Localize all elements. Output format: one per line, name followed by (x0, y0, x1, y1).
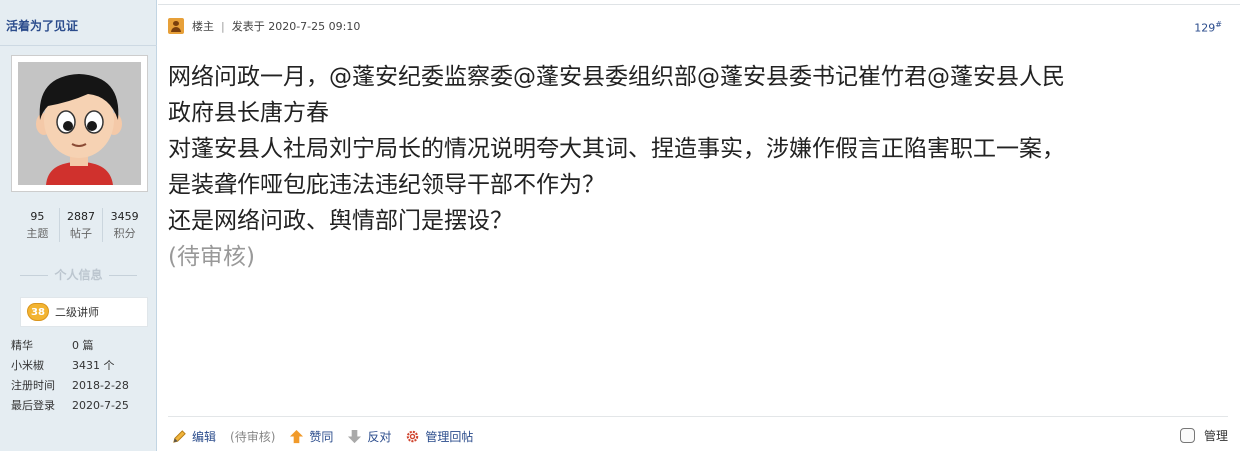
divider (0, 45, 157, 46)
downvote-label: 反对 (367, 430, 392, 444)
username-link[interactable]: 活着为了见证 (6, 17, 78, 34)
info-row: 精华 0 篇 (11, 336, 129, 356)
upvote-label: 赞同 (309, 430, 334, 444)
user-sidebar: 活着为了见证 95 主题 2887 帖子 3459 积分 个人信息 38 二级讲… (0, 0, 157, 451)
post-main: 楼主 | 发表于 2020-7-25 09:10 129# 网络问政一月，@蓬安… (158, 0, 1240, 451)
info-key: 注册时间 (11, 379, 55, 392)
info-value: 3431 个 (72, 359, 115, 372)
divider (158, 4, 1240, 5)
stat-value: 3459 (110, 210, 139, 223)
floor-number-link[interactable]: 129# (1194, 20, 1222, 35)
stat-label: 主题 (26, 227, 49, 240)
user-info-list: 精华 0 篇 小米椒 3431 个 注册时间 2018-2-28 最后登录 20… (11, 336, 129, 416)
upvote-button[interactable]: 赞同 (289, 428, 333, 445)
stat-topics[interactable]: 95 主题 (16, 208, 60, 242)
manage-checkbox-label[interactable]: 管理 (1179, 427, 1228, 444)
edit-status-text: (待审核) (230, 430, 276, 444)
pending-review-label: (待审核) (168, 244, 255, 270)
rank-title: 二级讲师 (55, 306, 99, 319)
post-line: 是装聋作哑包庇违法违纪领导干部不作为？ (168, 172, 605, 198)
info-row: 注册时间 2018-2-28 (11, 376, 129, 396)
info-value: 0 篇 (72, 339, 94, 352)
divider (20, 275, 49, 276)
author-label: 楼主 (192, 20, 214, 33)
post-header: 楼主 | 发表于 2020-7-25 09:10 (168, 17, 360, 35)
divider (108, 275, 137, 276)
section-title-text: 个人信息 (54, 268, 103, 282)
stat-value: 95 (30, 210, 45, 223)
arrow-up-icon (290, 429, 304, 444)
post-line: 还是网络问政、舆情部门是摆设？ (168, 208, 513, 234)
post-content: 网络问政一月，@蓬安纪委监察委@蓬安县委组织部@蓬安县委书记崔竹君@蓬安县人民 … (168, 59, 1233, 275)
divider (168, 416, 1228, 417)
stat-label: 帖子 (70, 227, 92, 240)
avatar-image (18, 62, 141, 185)
rank-box: 38 二级讲师 (20, 297, 148, 327)
post-line: 网络问政一月，@蓬安纪委监察委@蓬安县委组织部@蓬安县委书记崔竹君@蓬安县人民 (168, 64, 1065, 90)
gear-icon (407, 430, 419, 443)
stat-value: 2887 (67, 210, 95, 223)
downvote-button[interactable]: 反对 (347, 428, 391, 445)
info-key: 精华 (11, 339, 33, 352)
section-title: 个人信息 (10, 266, 147, 283)
info-value: 2018-2-28 (72, 379, 129, 392)
stat-posts[interactable]: 2887 帖子 (60, 208, 104, 242)
manage-reply-label: 管理回帖 (425, 430, 474, 444)
pencil-icon (173, 430, 186, 443)
arrow-down-icon (348, 429, 362, 444)
info-key: 小米椒 (11, 359, 44, 372)
floor-number: 129 (1194, 21, 1216, 35)
manage-reply-button[interactable]: 管理回帖 (405, 428, 473, 445)
info-row: 最后登录 2020-7-25 (11, 396, 129, 416)
edit-button[interactable]: 编辑 (172, 428, 216, 445)
header-separator: | (221, 19, 225, 33)
stat-label: 积分 (113, 227, 136, 240)
rank-badge-icon: 38 (27, 303, 49, 321)
edit-status: (待审核) (230, 428, 275, 445)
info-row: 小米椒 3431 个 (11, 356, 129, 376)
info-key: 最后登录 (11, 399, 55, 412)
avatar[interactable] (11, 55, 148, 192)
floor-suffix: # (1215, 20, 1222, 29)
post-time: 发表于 2020-7-25 09:10 (231, 20, 361, 33)
stat-points[interactable]: 3459 积分 (103, 208, 146, 242)
post-line: 政府县长唐方春 (168, 100, 329, 126)
manage-checkbox[interactable] (1179, 428, 1195, 443)
post-actions: 编辑 (待审核) 赞同 反对 管理回帖 (172, 428, 487, 445)
post-line: 对蓬安县人社局刘宁局长的情况说明夸大其词、捏造事实，涉嫌作假言正陷害职工一案， (168, 136, 1065, 162)
info-value: 2020-7-25 (72, 399, 129, 412)
edit-label: 编辑 (192, 430, 217, 444)
user-stats: 95 主题 2887 帖子 3459 积分 (16, 208, 146, 242)
op-user-icon (168, 18, 184, 34)
manage-label: 管理 (1203, 429, 1228, 443)
